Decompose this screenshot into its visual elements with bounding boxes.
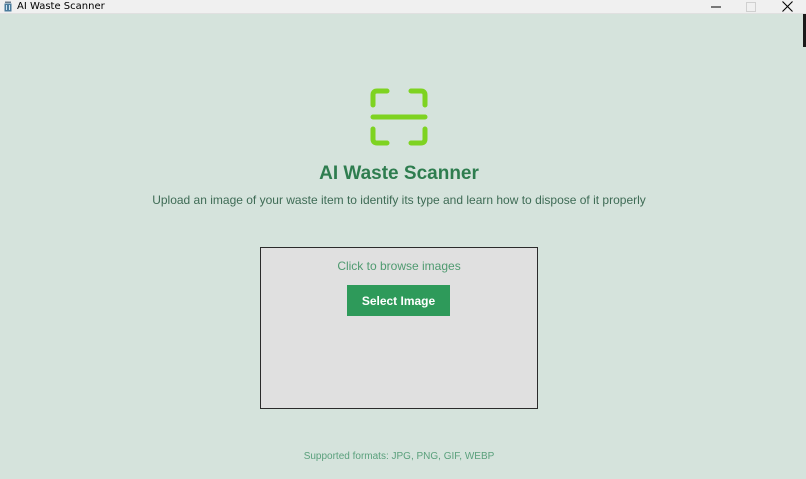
- maximize-icon: [746, 1, 756, 12]
- title-bar: AI Waste Scanner: [0, 0, 806, 14]
- close-button[interactable]: [770, 0, 804, 13]
- maximize-button[interactable]: [734, 0, 768, 13]
- minimize-icon: [711, 6, 721, 7]
- upload-dropzone[interactable]: Click to browse images Select Image: [260, 247, 538, 409]
- select-image-button[interactable]: Select Image: [347, 285, 450, 316]
- minimize-button[interactable]: [699, 0, 733, 13]
- close-icon: [781, 1, 793, 12]
- trash-can-icon: [4, 1, 12, 12]
- scan-icon: [370, 88, 428, 146]
- supported-formats: Supported formats: JPG, PNG, GIF, WEBP: [303, 451, 495, 462]
- page-subtitle: Upload an image of your waste item to id…: [152, 193, 646, 207]
- page-title: AI Waste Scanner: [319, 163, 479, 184]
- browse-hint[interactable]: Click to browse images: [261, 258, 537, 274]
- window-title: AI Waste Scanner: [17, 1, 105, 12]
